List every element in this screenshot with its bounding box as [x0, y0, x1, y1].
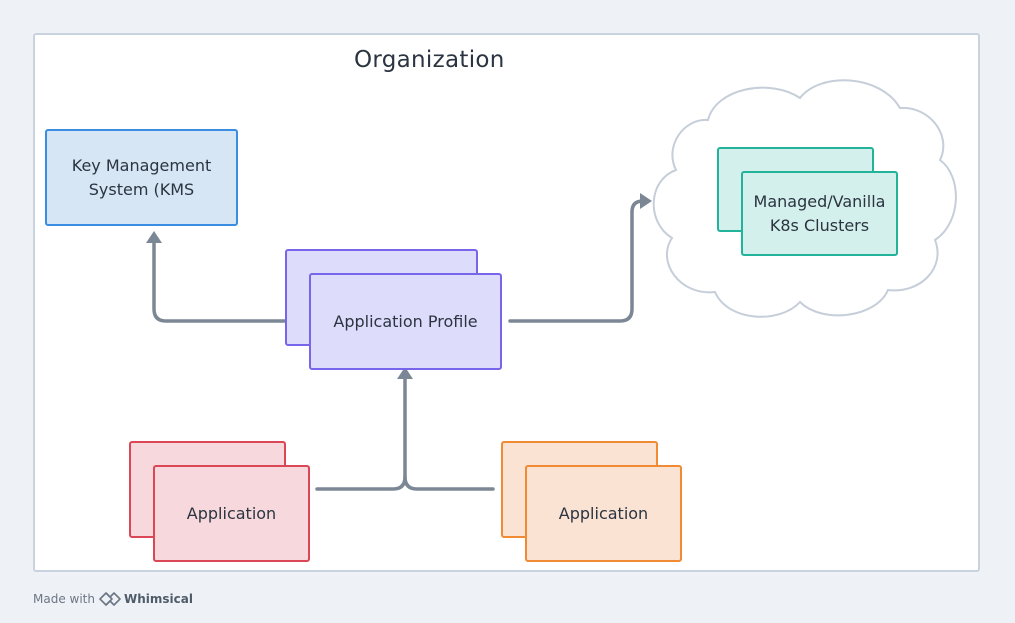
app-profile-node-label: Application Profile [333, 311, 478, 331]
app-left-node-label: Application [186, 503, 277, 523]
diagram-title: Organization [354, 47, 505, 73]
app-right-node-label: Application [558, 503, 649, 523]
made-with-whimsical-link[interactable]: Made with Whimsical [33, 590, 193, 608]
whimsical-logo-icon [99, 592, 121, 606]
arrowhead-kms [146, 231, 162, 243]
edge-profile-to-kms [152, 239, 289, 323]
page: Organization Key Management System (KMS … [0, 0, 1015, 623]
kms-node-label: Key Management System (KMS [71, 155, 212, 199]
arrowhead-clusters [640, 193, 652, 209]
footer-prefix: Made with [33, 592, 95, 606]
edge-profile-to-clusters [508, 199, 645, 323]
edge-right-app-to-profile [403, 475, 495, 491]
edge-left-app-to-profile [315, 375, 407, 491]
clusters-node-label: Managed/Vanilla K8s Clusters [753, 191, 886, 235]
footer-brand: Whimsical [123, 592, 193, 606]
